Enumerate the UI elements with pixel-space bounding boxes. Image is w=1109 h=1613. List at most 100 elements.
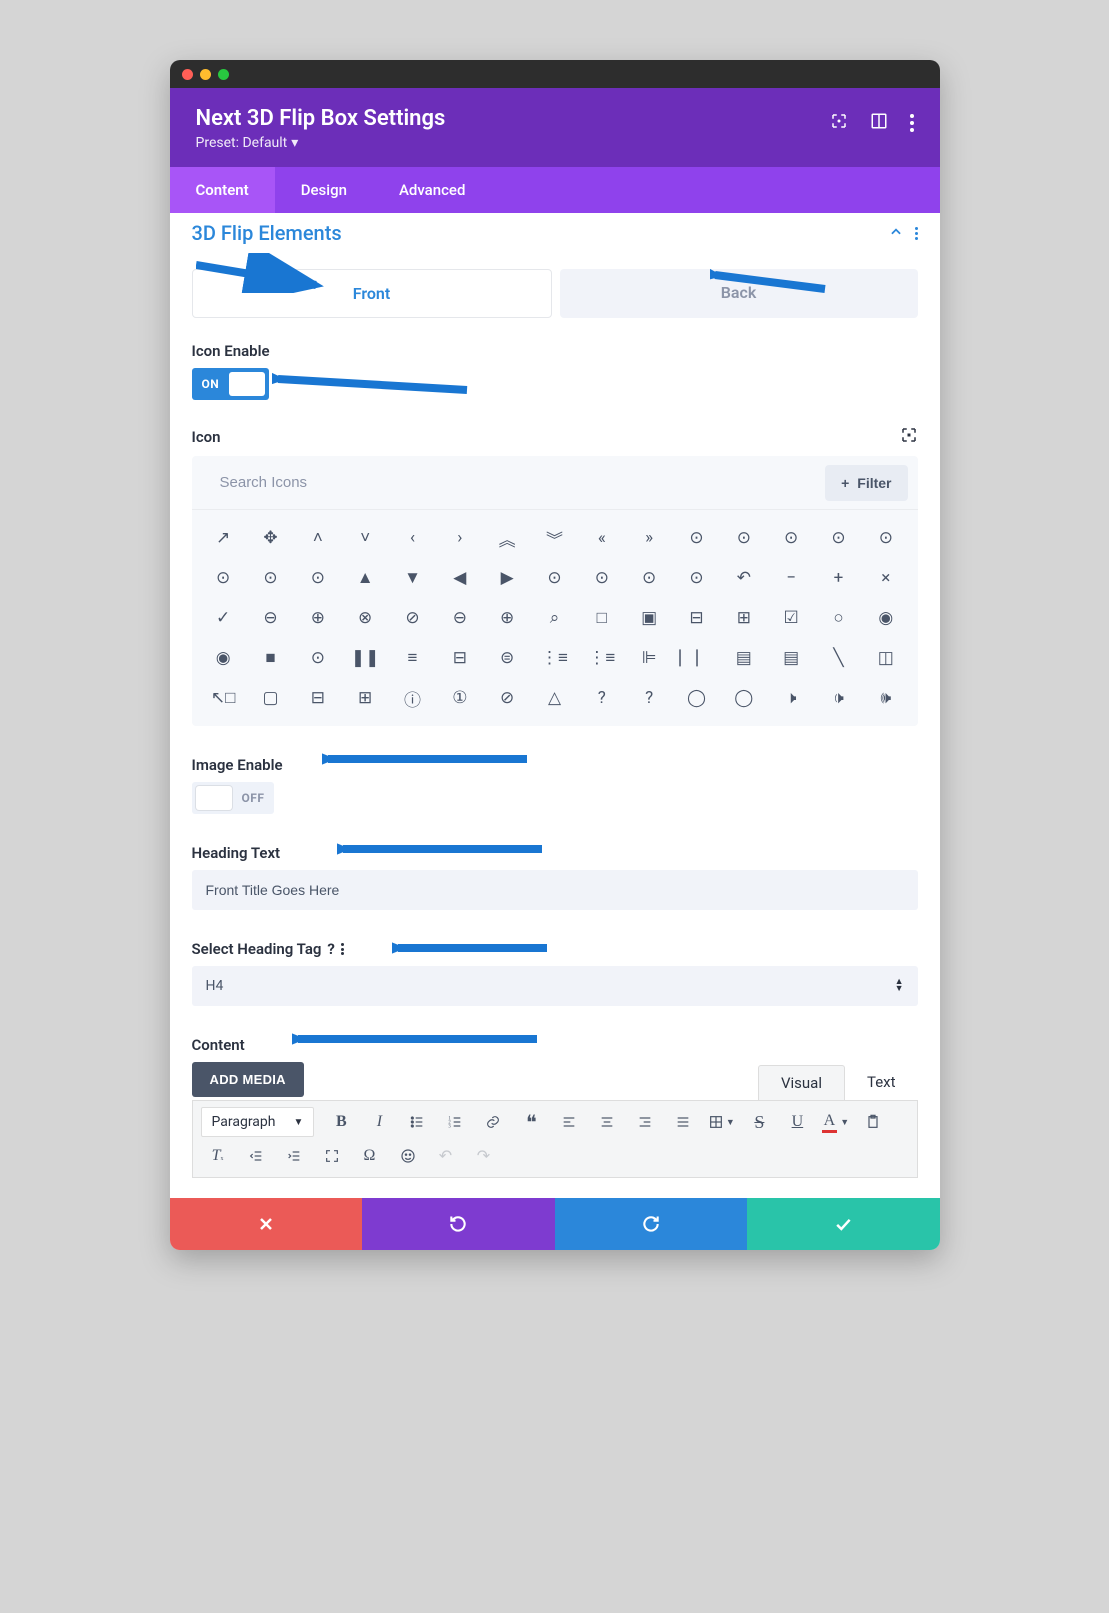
bullet-list-button[interactable]	[400, 1107, 434, 1137]
icon-option[interactable]: ▶	[483, 558, 530, 598]
tab-content[interactable]: Content	[170, 167, 275, 213]
align-center-button[interactable]	[590, 1107, 624, 1137]
heading-tag-select[interactable]: H4 ▲▼	[192, 966, 918, 1006]
icon-option[interactable]: ⊞	[341, 678, 388, 718]
icon-option[interactable]: ◉	[200, 638, 247, 678]
bold-button[interactable]: B	[324, 1107, 358, 1137]
icon-option[interactable]: ▼	[389, 558, 436, 598]
tab-advanced[interactable]: Advanced	[373, 167, 491, 213]
justify-button[interactable]	[666, 1107, 700, 1137]
icon-option[interactable]: ⊙	[673, 518, 720, 558]
emoji-button[interactable]	[391, 1141, 425, 1171]
icon-option[interactable]: ╲	[815, 638, 862, 678]
indent-button[interactable]	[277, 1141, 311, 1171]
icon-option[interactable]: ⊗	[341, 598, 388, 638]
icon-option[interactable]: ▤	[720, 638, 767, 678]
icon-option[interactable]: ︽	[483, 518, 530, 558]
icon-option[interactable]: ⊕	[294, 598, 341, 638]
icon-option[interactable]: ⊙	[767, 518, 814, 558]
icon-option[interactable]: ⊙	[531, 558, 578, 598]
italic-button[interactable]: I	[362, 1107, 396, 1137]
subtab-front[interactable]: Front	[192, 269, 552, 318]
clear-format-button[interactable]: Tₓ	[201, 1141, 235, 1171]
undo-button[interactable]: ↶	[429, 1141, 463, 1171]
icon-option[interactable]: ⊙	[294, 558, 341, 598]
icon-option[interactable]: ⊟	[673, 598, 720, 638]
icon-option[interactable]: △	[531, 678, 578, 718]
quote-button[interactable]: ❝	[514, 1107, 548, 1137]
heading-text-input[interactable]	[192, 870, 918, 910]
icon-option[interactable]: 🕪	[862, 678, 909, 718]
icon-option[interactable]: ①	[436, 678, 483, 718]
icon-option[interactable]: ›	[436, 518, 483, 558]
filter-button[interactable]: + Filter	[825, 465, 907, 501]
icon-option[interactable]: ⊘	[389, 598, 436, 638]
icon-option[interactable]: ?	[578, 678, 625, 718]
preset-dropdown[interactable]: Preset: Default ▾	[196, 135, 446, 151]
fullscreen-icon[interactable]	[900, 426, 918, 448]
icon-option[interactable]: ⋮≡	[531, 638, 578, 678]
special-char-button[interactable]: Ω	[353, 1141, 387, 1171]
icon-enable-toggle[interactable]: ON	[192, 368, 270, 400]
outdent-button[interactable]	[239, 1141, 273, 1171]
block-format-select[interactable]: Paragraph▼	[201, 1107, 315, 1137]
icon-option[interactable]: ⓘ	[389, 678, 436, 718]
icon-option[interactable]: ︾	[531, 518, 578, 558]
icon-option[interactable]: ˄	[294, 518, 341, 558]
icon-option[interactable]: ˅	[341, 518, 388, 558]
subtab-back[interactable]: Back	[560, 269, 918, 318]
icon-option[interactable]: ▢	[247, 678, 294, 718]
icon-option[interactable]: «	[578, 518, 625, 558]
icon-option[interactable]: ✓	[200, 598, 247, 638]
icon-option[interactable]: ⊕	[483, 598, 530, 638]
window-min-dot[interactable]	[200, 69, 211, 80]
editor-tab-text[interactable]: Text	[845, 1065, 918, 1100]
icon-option[interactable]: 🕩	[815, 678, 862, 718]
undo-changes-button[interactable]	[362, 1198, 555, 1250]
icon-option[interactable]: ⊖	[436, 598, 483, 638]
kebab-icon[interactable]	[915, 227, 918, 240]
redo-changes-button[interactable]	[555, 1198, 748, 1250]
icon-option[interactable]: ⊜	[483, 638, 530, 678]
icon-option[interactable]: ❚❚	[341, 638, 388, 678]
icon-option[interactable]: +	[815, 558, 862, 598]
icon-option[interactable]: ■	[247, 638, 294, 678]
save-button[interactable]	[747, 1198, 940, 1250]
icon-option[interactable]: ⊙	[578, 558, 625, 598]
help-icon[interactable]: ?	[327, 940, 334, 958]
numbered-list-button[interactable]: 123	[438, 1107, 472, 1137]
icon-option[interactable]: »	[625, 518, 672, 558]
window-close-dot[interactable]	[182, 69, 193, 80]
icon-option[interactable]: ⊘	[483, 678, 530, 718]
icon-option[interactable]: ◯	[720, 678, 767, 718]
align-left-button[interactable]	[552, 1107, 586, 1137]
icon-option[interactable]: ◀	[436, 558, 483, 598]
align-right-button[interactable]	[628, 1107, 662, 1137]
search-icons-input[interactable]	[200, 464, 818, 501]
icon-option[interactable]: ‹	[389, 518, 436, 558]
icon-option[interactable]: ⊙	[247, 558, 294, 598]
layout-icon[interactable]	[870, 112, 888, 134]
icon-option[interactable]: ⊙	[720, 518, 767, 558]
add-media-button[interactable]: ADD MEDIA	[192, 1062, 304, 1097]
icon-option[interactable]: ⊙	[200, 558, 247, 598]
icon-option[interactable]: ⊟	[436, 638, 483, 678]
icon-option[interactable]: ◯	[673, 678, 720, 718]
icon-option[interactable]: ?	[625, 678, 672, 718]
icon-option[interactable]: ⊖	[247, 598, 294, 638]
icon-option[interactable]: □	[578, 598, 625, 638]
text-color-button[interactable]: A▼	[818, 1107, 852, 1137]
icon-option[interactable]: ⋮≡	[578, 638, 625, 678]
icon-option[interactable]: ☑	[767, 598, 814, 638]
editor-tab-visual[interactable]: Visual	[758, 1065, 845, 1100]
image-enable-toggle[interactable]: OFF	[192, 782, 275, 814]
icon-option[interactable]: ⊙	[625, 558, 672, 598]
icon-option[interactable]: ⊙	[673, 558, 720, 598]
icon-option[interactable]: ○	[815, 598, 862, 638]
table-button[interactable]: ▼	[704, 1107, 738, 1137]
icon-option[interactable]: ▣	[625, 598, 672, 638]
expand-icon[interactable]	[830, 112, 848, 134]
tab-design[interactable]: Design	[275, 167, 373, 213]
strikethrough-button[interactable]: S	[742, 1107, 776, 1137]
chevron-up-icon[interactable]	[889, 224, 903, 243]
